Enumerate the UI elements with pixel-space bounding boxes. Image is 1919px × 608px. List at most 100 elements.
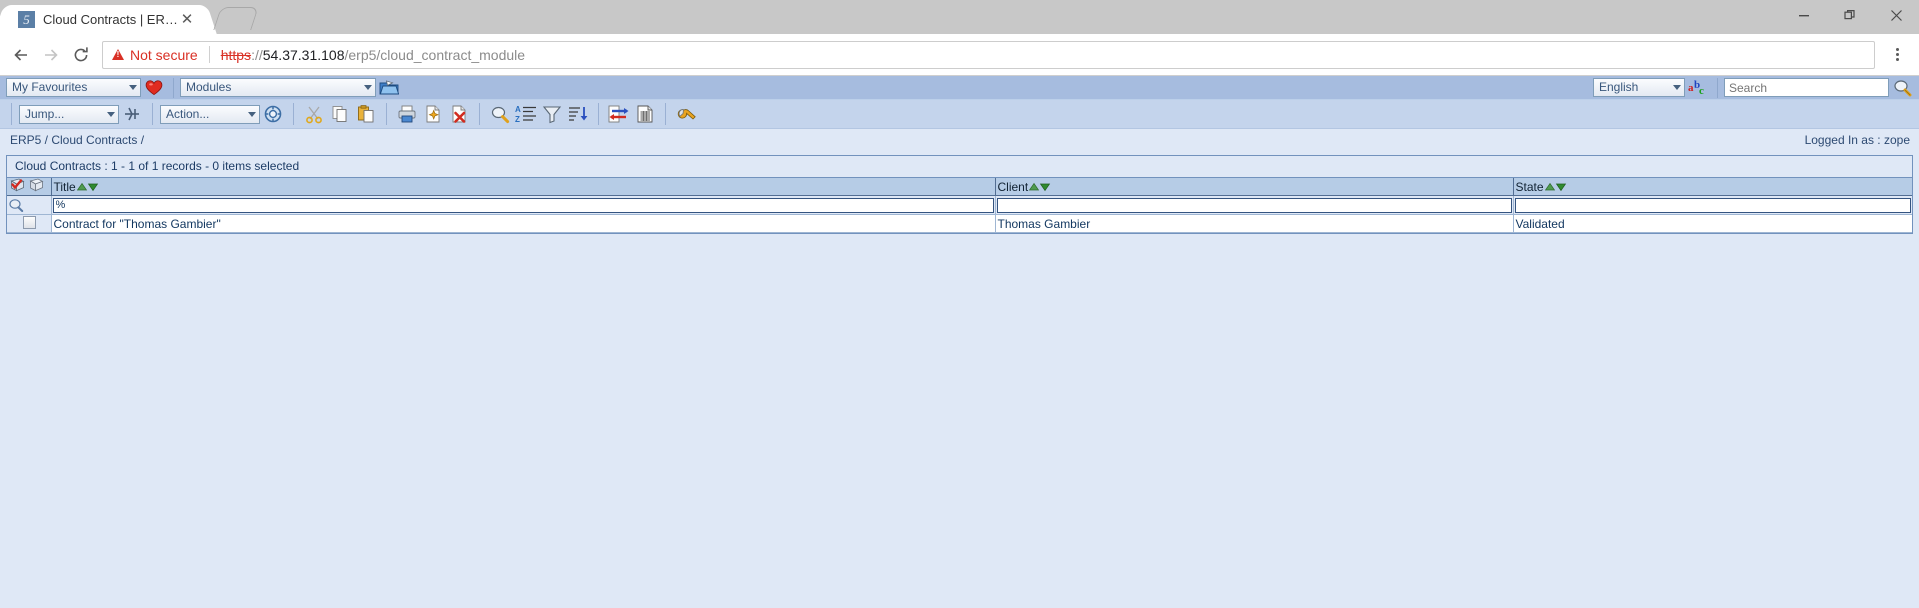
url-host: 54.37.31.108 — [262, 46, 345, 63]
print-button[interactable] — [396, 103, 418, 125]
sort-arrows-icon[interactable] — [1029, 182, 1051, 192]
forward-icon[interactable] — [36, 40, 66, 70]
select-all-header — [7, 178, 52, 196]
browser-window: 5 Cloud Contracts | ERP5 ✕ ! Not secure … — [0, 0, 1919, 608]
favourites-value: My Favourites — [12, 80, 88, 94]
paste-button[interactable] — [355, 103, 377, 125]
window-controls — [1781, 0, 1919, 34]
search-button[interactable] — [489, 103, 511, 125]
minimize-icon[interactable] — [1781, 0, 1827, 30]
cell-state[interactable]: Validated — [1513, 214, 1912, 233]
language-value: English — [1599, 80, 1639, 94]
chrome-menu-icon[interactable] — [1883, 41, 1911, 69]
gear-wheel-icon[interactable] — [262, 103, 284, 125]
chevron-down-icon — [248, 111, 256, 117]
address-bar[interactable]: Not secure https://54.37.31.108/erp5/clo… — [102, 40, 1875, 69]
cloud-contracts-listbox: Cloud Contracts : 1 - 1 of 1 records - 0… — [6, 155, 1913, 234]
url-scheme: https — [220, 46, 252, 63]
tab-strip: 5 Cloud Contracts | ERP5 ✕ — [0, 0, 1919, 34]
sort-arrows-icon[interactable] — [1544, 182, 1567, 192]
jump-select[interactable]: Jump... — [19, 104, 119, 124]
filter-button[interactable] — [541, 103, 563, 125]
action-divider-2 — [293, 103, 294, 125]
new-tab-button[interactable] — [213, 7, 259, 30]
action-divider-4 — [479, 103, 480, 125]
action-divider-1 — [152, 103, 153, 125]
svg-text:Z: Z — [515, 115, 520, 124]
abc-translate-icon[interactable]: a b c — [1687, 77, 1709, 99]
cut-button[interactable] — [303, 103, 325, 125]
close-icon[interactable] — [1873, 0, 1919, 30]
chevron-down-icon — [129, 85, 137, 90]
sort-descending-button[interactable] — [567, 103, 589, 125]
table-header-row: Title Client State — [7, 178, 1912, 196]
sort-arrows-icon[interactable] — [76, 182, 99, 192]
column-header-title[interactable]: Title — [51, 178, 996, 196]
cell-client[interactable]: Thomas Gambier — [995, 214, 1514, 233]
table-row[interactable]: Contract for "Thomas Gambier" Thomas Gam… — [7, 214, 1912, 233]
new-document-button[interactable] — [422, 103, 444, 125]
action-select[interactable]: Action... — [160, 104, 260, 124]
erp5-favicon: 5 — [18, 11, 35, 28]
row-checkbox[interactable] — [23, 215, 37, 229]
jump-value: Jump... — [25, 106, 65, 121]
not-secure-indicator[interactable]: Not secure — [112, 47, 198, 63]
url-text: https://54.37.31.108/erp5/cloud_contract… — [221, 47, 525, 63]
browser-tab-cloud-contracts[interactable]: 5 Cloud Contracts | ERP5 ✕ — [8, 5, 203, 34]
cell-title[interactable]: Contract for "Thomas Gambier" — [51, 214, 996, 233]
tab-close-icon[interactable]: ✕ — [179, 12, 195, 28]
search-input[interactable] — [1724, 78, 1889, 97]
favourite-heart-icon[interactable] — [143, 77, 165, 99]
table-search-row — [7, 195, 1912, 215]
favourites-select[interactable]: My Favourites — [6, 78, 141, 97]
restore-icon[interactable] — [1827, 0, 1873, 30]
breadcrumb[interactable]: ERP5 / Cloud Contracts / — [10, 133, 144, 147]
search-input-client[interactable] — [996, 197, 1512, 213]
row-select-cell — [7, 214, 52, 233]
column-header-client[interactable]: Client — [995, 178, 1514, 196]
open-folder-icon[interactable] — [378, 77, 400, 99]
reload-icon[interactable] — [66, 40, 96, 70]
listbox-search-icon[interactable] — [8, 198, 50, 213]
column-header-title-label: Title — [53, 179, 76, 194]
toolbar-divider-1 — [173, 77, 174, 98]
url-path: /erp5/cloud_contract_module — [344, 46, 526, 63]
sort-button[interactable]: A Z — [515, 103, 537, 125]
not-secure-label: Not secure — [130, 46, 198, 63]
report-button[interactable] — [634, 103, 656, 125]
back-icon[interactable] — [6, 40, 36, 70]
listbox-search-icon-cell — [7, 195, 52, 215]
configure-button[interactable] — [675, 103, 697, 125]
language-select[interactable]: English — [1593, 78, 1685, 97]
select-all-checked-icon[interactable] — [10, 178, 25, 192]
search-input-title[interactable] — [52, 197, 994, 213]
exchange-button[interactable] — [608, 103, 630, 125]
deselect-all-icon[interactable] — [29, 178, 44, 192]
chevron-down-icon — [107, 111, 115, 117]
url-separator: :// — [251, 46, 263, 63]
jump-arrow-icon[interactable] — [121, 103, 143, 125]
chevron-down-icon — [364, 85, 372, 90]
warning-triangle-icon — [112, 49, 124, 60]
logged-in-as-label: Logged In as : zope — [1804, 133, 1910, 147]
erp5-main-toolbar: My Favourites Modules English a b c Sear… — [0, 76, 1919, 100]
action-divider-6 — [665, 103, 666, 125]
delete-document-button[interactable] — [448, 103, 470, 125]
listbox-title: Cloud Contracts : 1 - 1 of 1 records - 0… — [7, 156, 1912, 178]
browser-toolbar: Not secure https://54.37.31.108/erp5/clo… — [0, 34, 1919, 76]
modules-select[interactable]: Modules — [180, 78, 376, 97]
search-input-state[interactable] — [1514, 197, 1911, 213]
breadcrumb-bar: ERP5 / Cloud Contracts / Logged In as : … — [0, 129, 1919, 151]
action-value: Action... — [166, 106, 210, 121]
copy-button[interactable] — [329, 103, 351, 125]
erp5-action-toolbar: Jump... Action... A Z — [0, 100, 1919, 129]
omnibox-divider — [208, 46, 210, 63]
tab-title: Cloud Contracts | ERP5 — [43, 12, 179, 27]
search-magnifier-icon[interactable] — [1891, 77, 1913, 99]
action-divider-3 — [386, 103, 387, 125]
modules-value: Modules — [186, 80, 232, 94]
search-cell-client — [995, 195, 1514, 215]
action-divider-5 — [598, 103, 599, 125]
column-header-state[interactable]: State — [1513, 178, 1912, 196]
action-divider-0 — [11, 103, 12, 125]
